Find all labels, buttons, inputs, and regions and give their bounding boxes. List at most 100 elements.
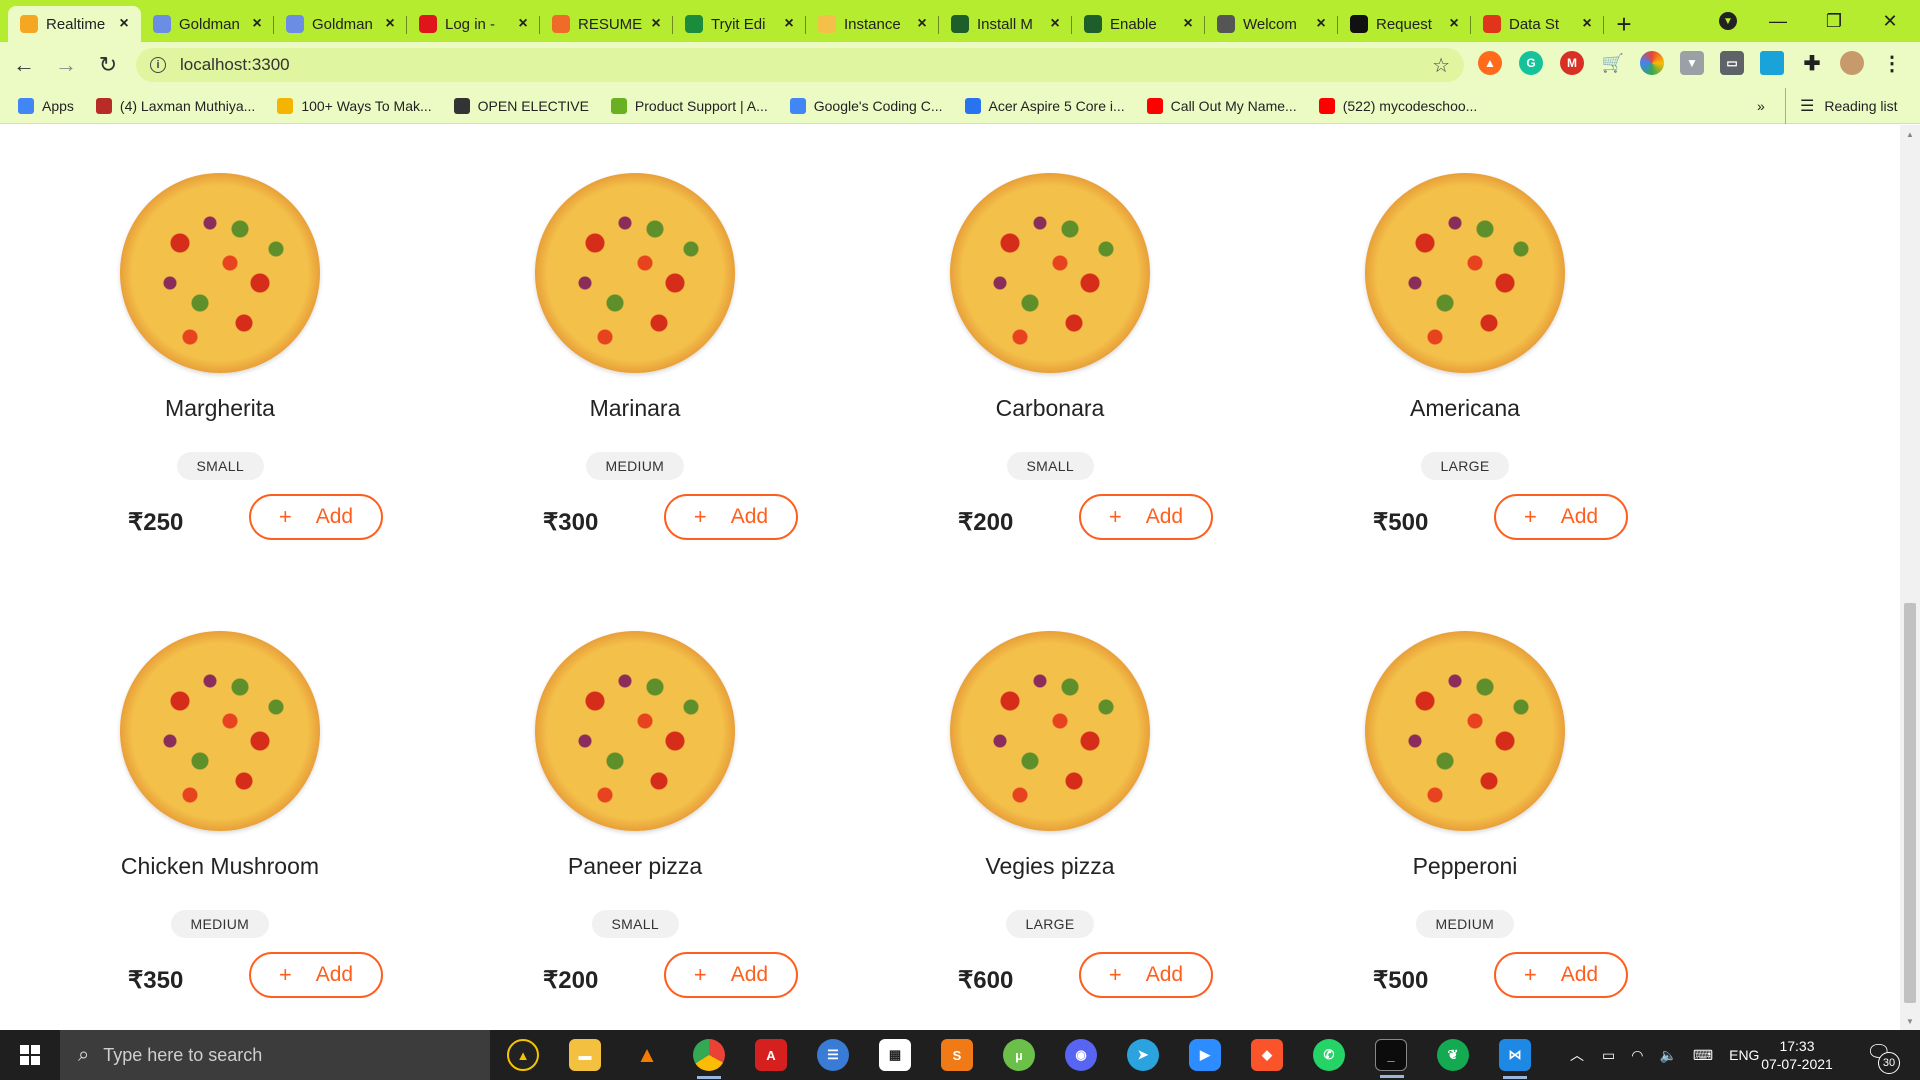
browser-tab[interactable]: Welcom × (1205, 6, 1338, 42)
site-info-icon[interactable]: i (150, 57, 166, 73)
telegram-icon[interactable]: ➤ (1127, 1039, 1159, 1071)
browser-tab[interactable]: Goldman × (274, 6, 407, 42)
screen-extension-icon[interactable]: ▭ (1720, 51, 1744, 75)
bookmark-item[interactable]: (4) Laxman Muthiya... (95, 97, 255, 114)
address-bar[interactable]: i localhost:3300 ☆ (136, 48, 1464, 82)
keyboard-icon[interactable]: ⌨ (1693, 1047, 1713, 1064)
avast-app-icon[interactable]: ▲ (507, 1039, 539, 1071)
forward-button[interactable]: → (48, 47, 84, 83)
browser-menu-icon[interactable]: ⋮ (1880, 51, 1904, 75)
close-tab-icon[interactable]: × (117, 15, 131, 33)
taskbar-search[interactable]: ⌕ Type here to search (60, 1030, 490, 1080)
close-tab-icon[interactable]: × (516, 15, 530, 33)
size-badge: SMALL (591, 910, 679, 938)
add-to-cart-button[interactable]: + Add (664, 494, 798, 540)
restore-button[interactable]: ❐ (1806, 0, 1862, 42)
close-tab-icon[interactable]: × (1181, 15, 1195, 33)
color-extension-icon[interactable] (1640, 51, 1664, 75)
wifi-icon[interactable]: ◠ (1631, 1047, 1643, 1064)
scroll-thumb[interactable] (1904, 603, 1916, 1003)
tab-search-icon[interactable]: ▼ (1700, 0, 1756, 42)
more-bookmarks-button[interactable]: » (1757, 88, 1765, 124)
bookmark-item[interactable]: Acer Aspire 5 Core i... (964, 97, 1125, 114)
minimize-button[interactable]: — (1750, 0, 1806, 42)
calendar-app-icon[interactable]: ▦ (879, 1039, 911, 1071)
bookmark-item[interactable]: Call Out My Name... (1146, 97, 1297, 114)
discord-icon[interactable]: ◉ (1065, 1039, 1097, 1071)
fire-extension-icon[interactable]: ▲ (1478, 51, 1502, 75)
bookmark-star-icon[interactable]: ☆ (1432, 53, 1450, 78)
browser-tab[interactable]: Request × (1338, 6, 1471, 42)
cart-extension-icon[interactable]: 🛒 (1601, 51, 1625, 75)
vlc-icon[interactable]: ▲ (631, 1039, 663, 1071)
grammarly-extension-icon[interactable]: G (1519, 51, 1543, 75)
extensions-puzzle-icon[interactable]: ✚ (1800, 51, 1824, 75)
browser-tab[interactable]: Install M × (939, 6, 1072, 42)
acrobat-icon[interactable]: A (755, 1039, 787, 1071)
reload-button[interactable]: ↻ (90, 47, 126, 83)
tray-overflow-icon[interactable]: ︿ (1570, 1045, 1584, 1065)
chat-app-icon[interactable]: ☰ (817, 1039, 849, 1071)
add-to-cart-button[interactable]: + Add (249, 952, 383, 998)
browser-tab[interactable]: Goldman × (141, 6, 274, 42)
browser-tab[interactable]: Log in - × (407, 6, 540, 42)
m-extension-icon[interactable]: M (1560, 51, 1584, 75)
url-text[interactable]: localhost:3300 (180, 55, 290, 75)
bookmark-item[interactable]: (522) mycodeschoo... (1318, 97, 1477, 114)
page-scrollbar[interactable]: ▲ ▼ (1900, 125, 1920, 1030)
notification-center[interactable]: 🗨 30 (1866, 1040, 1900, 1074)
volume-icon[interactable]: 🔈 (1659, 1047, 1676, 1064)
close-tab-icon[interactable]: × (1314, 15, 1328, 33)
close-tab-icon[interactable]: × (250, 15, 264, 33)
add-to-cart-button[interactable]: + Add (1079, 952, 1213, 998)
file-explorer-icon[interactable]: ▬ (569, 1039, 601, 1071)
sublime-text-icon[interactable]: S (941, 1039, 973, 1071)
close-tab-icon[interactable]: × (649, 15, 663, 33)
add-to-cart-button[interactable]: + Add (1494, 952, 1628, 998)
new-tab-button[interactable]: + (1604, 6, 1644, 42)
terminal-icon[interactable]: _ (1375, 1039, 1407, 1078)
mongodb-compass-icon[interactable]: ❦ (1437, 1039, 1469, 1071)
browser-tab[interactable]: Instance × (806, 6, 939, 42)
utorrent-icon[interactable]: µ (1003, 1039, 1035, 1071)
bookmark-item[interactable]: Product Support | A... (610, 97, 768, 114)
browser-tab[interactable]: RESUME × (540, 6, 673, 42)
whatsapp-icon[interactable]: ✆ (1313, 1039, 1345, 1071)
browser-tab[interactable]: Enable × (1072, 6, 1205, 42)
add-to-cart-button[interactable]: + Add (664, 952, 798, 998)
close-tab-icon[interactable]: × (915, 15, 929, 33)
browser-tab[interactable]: Realtime × (8, 6, 141, 42)
bookmark-item[interactable]: OPEN ELECTIVE (453, 97, 589, 114)
shield-extension-icon[interactable]: ▼ (1680, 51, 1704, 75)
taskbar-clock[interactable]: 17:33 07-07-2021 (1757, 1037, 1837, 1073)
add-to-cart-button[interactable]: + Add (1494, 494, 1628, 540)
close-tab-icon[interactable]: × (1580, 15, 1594, 33)
blue-extension-icon[interactable] (1760, 51, 1784, 75)
bookmark-item[interactable]: Apps (18, 97, 74, 114)
start-button[interactable] (0, 1030, 60, 1080)
chrome-taskbar-icon[interactable] (693, 1039, 725, 1079)
language-indicator[interactable]: ENG (1729, 1047, 1759, 1063)
battery-icon[interactable]: ▭ (1602, 1047, 1615, 1064)
close-tab-icon[interactable]: × (1447, 15, 1461, 33)
scroll-down-icon[interactable]: ▼ (1906, 1017, 1914, 1026)
scroll-up-icon[interactable]: ▲ (1906, 130, 1914, 139)
add-to-cart-button[interactable]: + Add (249, 494, 383, 540)
close-tab-icon[interactable]: × (383, 15, 397, 33)
vscode-icon[interactable]: ⋈ (1499, 1039, 1531, 1079)
bookmark-item[interactable]: 100+ Ways To Mak... (277, 97, 432, 114)
pizza-name: Pepperoni (1412, 853, 1518, 879)
brave-icon[interactable]: ◆ (1251, 1039, 1283, 1071)
close-tab-icon[interactable]: × (782, 15, 796, 33)
close-window-button[interactable]: ✕ (1862, 0, 1918, 42)
reading-list-button[interactable]: ☰ Reading list (1785, 88, 1898, 124)
bookmark-item[interactable]: Google's Coding C... (789, 97, 943, 114)
close-tab-icon[interactable]: × (1048, 15, 1062, 33)
add-label: Add (315, 505, 354, 528)
add-to-cart-button[interactable]: + Add (1079, 494, 1213, 540)
browser-tab[interactable]: Data St × (1471, 6, 1604, 42)
back-button[interactable]: ← (6, 47, 42, 83)
zoom-icon[interactable]: ▶ (1189, 1039, 1221, 1071)
browser-tab[interactable]: Tryit Edi × (673, 6, 806, 42)
profile-avatar[interactable] (1840, 51, 1864, 75)
